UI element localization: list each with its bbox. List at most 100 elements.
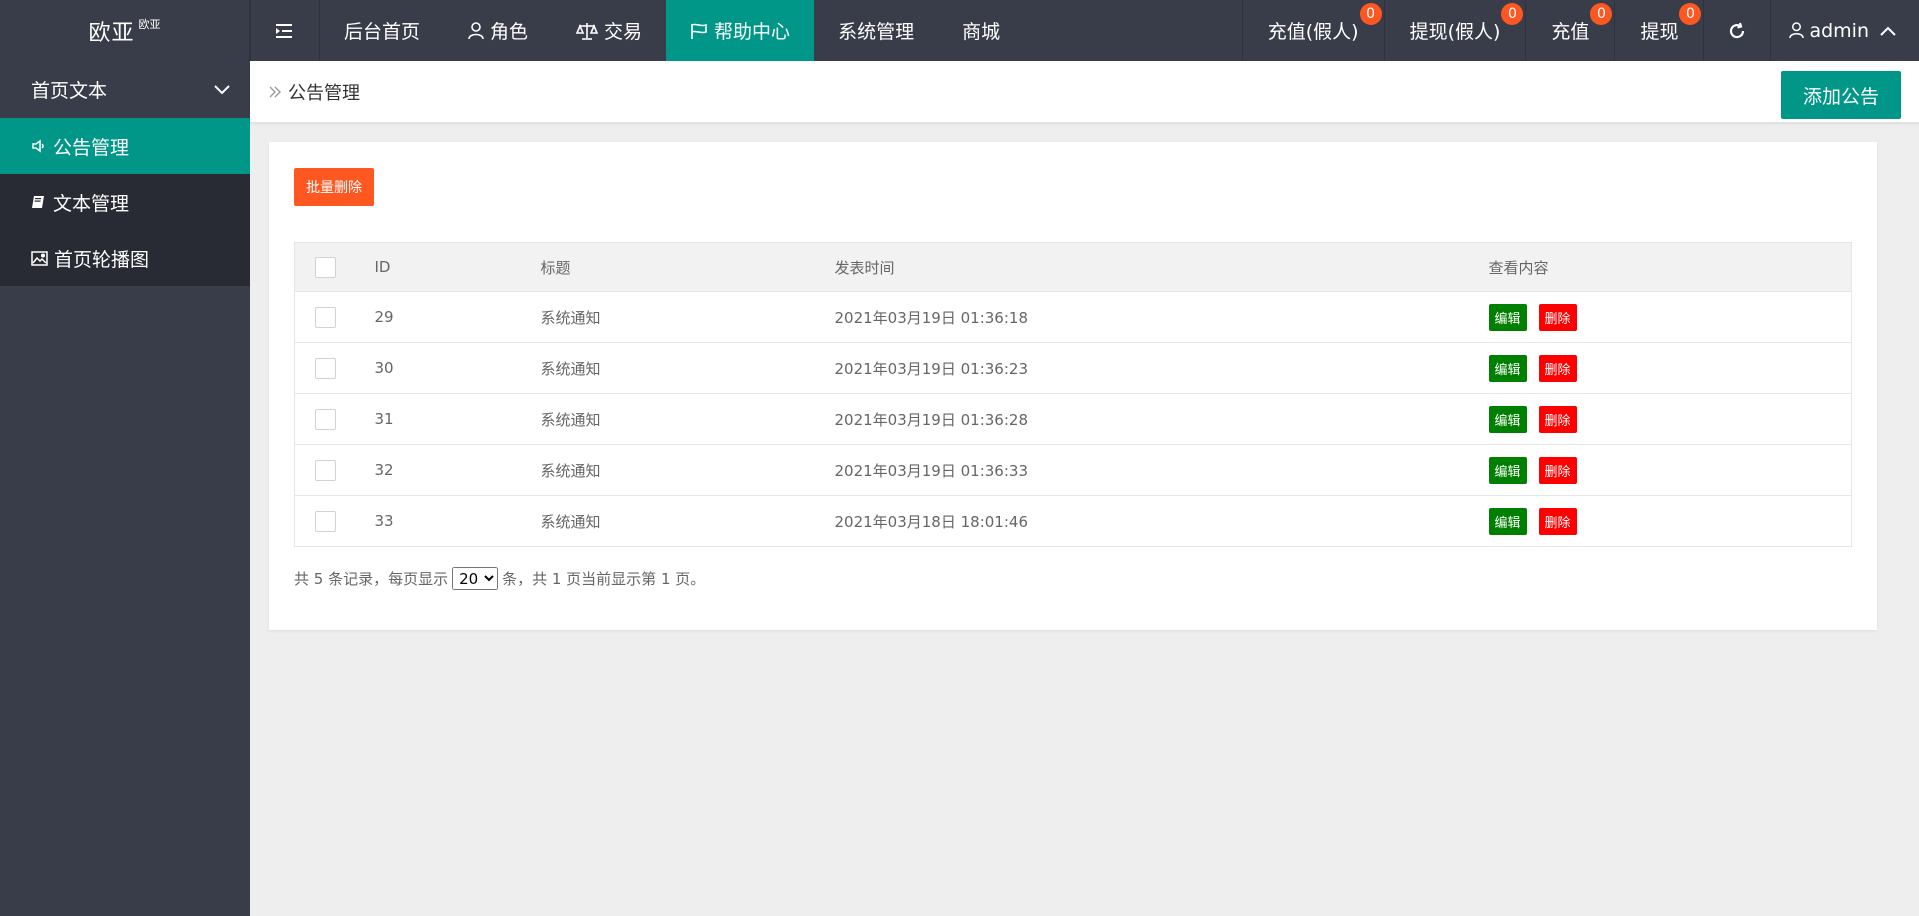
chevron-down-icon: [214, 84, 230, 94]
cell-title: 系统通知: [540, 342, 835, 394]
edit-button[interactable]: 编辑: [1488, 354, 1527, 382]
nav-recharge-fake[interactable]: 充值(假人) 0: [1241, 0, 1384, 61]
nav-item-mall[interactable]: 商城: [938, 0, 1024, 61]
cell-title: 系统通知: [540, 291, 835, 343]
sidebar-item-label: 公告管理: [53, 136, 130, 159]
cell-id: 30: [374, 342, 541, 394]
brand-name: 欧亚: [88, 20, 135, 46]
breadcrumb-current: 公告管理: [288, 83, 360, 104]
row-checkbox-cell: [294, 495, 375, 547]
per-page-select[interactable]: 20: [452, 567, 499, 590]
cell-title: 系统通知: [540, 393, 835, 445]
cell-id: 29: [374, 291, 541, 343]
nav-item-label: 提现: [1640, 21, 1679, 43]
nav-recharge[interactable]: 充值 0: [1525, 0, 1614, 61]
cell-title: 系统通知: [540, 444, 835, 496]
nav-item-label: 后台首页: [344, 21, 421, 43]
delete-button[interactable]: 删除: [1538, 303, 1577, 331]
count-badge: 0: [1359, 3, 1382, 25]
row-checkbox[interactable]: [315, 408, 336, 430]
add-notice-button[interactable]: 添加公告: [1780, 71, 1901, 119]
table-row: 31 系统通知 2021年03月19日 01:36:28 编辑 删除: [294, 393, 1852, 445]
main-nav: 后台首页 角色 交易 帮助中心 系统管理 商城: [250, 0, 1024, 61]
user-menu[interactable]: admin: [1770, 0, 1919, 61]
user-icon: [1789, 22, 1805, 39]
pager-prefix: 共 5 条记录，每页显示: [294, 570, 449, 588]
breadcrumb: 公告管理: [268, 79, 360, 105]
nav-item-label: 系统管理: [838, 21, 915, 43]
nav-withdraw-fake[interactable]: 提现(假人) 0: [1383, 0, 1526, 61]
cell-actions: 编辑 删除: [1488, 495, 1852, 547]
row-checkbox-cell: [294, 444, 375, 496]
batch-delete-button[interactable]: 批量删除: [294, 168, 374, 206]
row-checkbox-cell: [294, 291, 375, 343]
cell-id: 32: [374, 444, 541, 496]
delete-button[interactable]: 删除: [1538, 507, 1577, 535]
row-checkbox[interactable]: [315, 510, 336, 532]
header-title: 标题: [540, 242, 835, 292]
nav-item-dashboard[interactable]: 后台首页: [320, 0, 444, 61]
image-icon: [31, 250, 48, 266]
cell-time: 2021年03月19日 01:36:23: [834, 342, 1489, 394]
sidebar-group-home-text[interactable]: 首页文本: [0, 61, 250, 118]
select-all-checkbox[interactable]: [315, 256, 336, 278]
speaker-icon: [31, 138, 47, 154]
edit-button[interactable]: 编辑: [1488, 405, 1527, 433]
refresh-button[interactable]: [1703, 0, 1770, 61]
row-actions: 编辑 删除: [1488, 354, 1852, 382]
row-actions: 编辑 删除: [1488, 405, 1852, 433]
cell-actions: 编辑 删除: [1488, 342, 1852, 394]
nav-item-label: 角色: [490, 21, 529, 43]
row-actions: 编辑 删除: [1488, 507, 1852, 535]
row-checkbox-cell: [294, 393, 375, 445]
row-actions: 编辑 删除: [1488, 456, 1852, 484]
chevron-up-icon: [1879, 25, 1897, 37]
pagination: 共 5 条记录，每页显示 20 条，共 1 页当前显示第 1 页。: [294, 567, 705, 590]
table-row: 33 系统通知 2021年03月18日 18:01:46 编辑 删除: [294, 495, 1852, 547]
row-checkbox[interactable]: [315, 459, 336, 481]
nav-item-trade[interactable]: 交易: [552, 0, 666, 61]
nav-item-help-center[interactable]: 帮助中心: [666, 0, 815, 61]
cell-actions: 编辑 删除: [1488, 291, 1852, 343]
count-badge: 0: [1501, 3, 1524, 25]
sidebar-item-carousel[interactable]: 首页轮播图: [0, 230, 250, 286]
nav-item-roles[interactable]: 角色: [444, 0, 552, 61]
nav-item-label: 商城: [962, 21, 1001, 43]
delete-button[interactable]: 删除: [1538, 456, 1577, 484]
sidebar-item-text[interactable]: 文本管理: [0, 174, 250, 230]
brand-superscript: 欧亚: [138, 17, 161, 31]
header-id: ID: [374, 242, 541, 292]
nav-item-label: 提现(假人): [1409, 21, 1501, 43]
row-checkbox[interactable]: [315, 357, 336, 379]
delete-button[interactable]: 删除: [1538, 405, 1577, 433]
cell-actions: 编辑 删除: [1488, 393, 1852, 445]
edit-button[interactable]: 编辑: [1488, 303, 1527, 331]
nav-item-system[interactable]: 系统管理: [814, 0, 938, 61]
cell-time: 2021年03月19日 01:36:18: [834, 291, 1489, 343]
delete-button[interactable]: 删除: [1538, 354, 1577, 382]
header-right: 充值(假人) 0 提现(假人) 0 充值 0 提现 0 admin: [1241, 0, 1919, 61]
count-badge: 0: [1679, 3, 1702, 25]
nav-withdraw[interactable]: 提现 0: [1614, 0, 1703, 61]
header-view: 查看内容: [1488, 242, 1852, 292]
refresh-icon: [1730, 22, 1745, 38]
notice-card: 批量删除 ID 标题 发表时间 查看内容 29 系统通知 2021年03月19日…: [269, 142, 1877, 630]
nav-item-label: 交易: [604, 21, 643, 43]
menu-indent-icon: [276, 23, 292, 38]
edit-button[interactable]: 编辑: [1488, 507, 1527, 535]
header-time: 发表时间: [834, 242, 1489, 292]
top-header: 欧亚 欧亚 后台首页 角色 交易 帮助中心 系统管理 商城 充值(假人) 0 提…: [0, 0, 1919, 61]
double-chevron-right-icon: [268, 85, 282, 99]
cell-time: 2021年03月19日 01:36:28: [834, 393, 1489, 445]
menu-toggle-button[interactable]: [250, 0, 320, 61]
sidebar-item-notice[interactable]: 公告管理: [0, 118, 250, 174]
scale-icon: [576, 22, 599, 40]
user-icon: [468, 21, 484, 40]
username: admin: [1809, 19, 1869, 42]
header-checkbox-cell: [294, 242, 375, 292]
table-row: 32 系统通知 2021年03月19日 01:36:33 编辑 删除: [294, 444, 1852, 496]
cell-actions: 编辑 删除: [1488, 444, 1852, 496]
row-checkbox[interactable]: [315, 306, 336, 328]
brand-logo[interactable]: 欧亚 欧亚: [0, 0, 250, 61]
edit-button[interactable]: 编辑: [1488, 456, 1527, 484]
